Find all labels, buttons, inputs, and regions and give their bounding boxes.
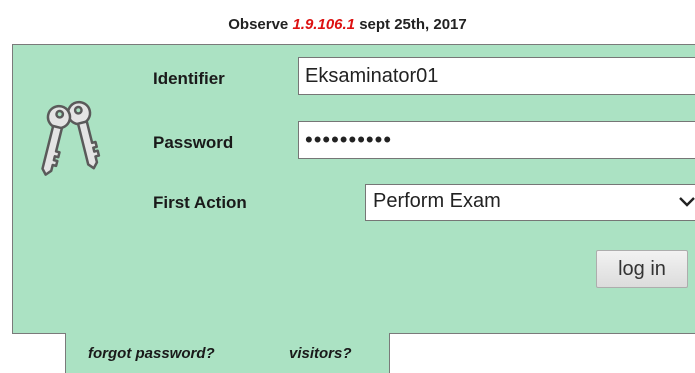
password-label: Password <box>153 133 234 152</box>
links-tab: forgot password? visitors? <box>65 333 390 373</box>
keys-icon <box>41 100 101 176</box>
release-date: sept 25th, 2017 <box>359 16 467 33</box>
version-number: 1.9.106.1 <box>292 16 356 33</box>
chevron-down-icon <box>679 197 695 207</box>
app-name: Observe <box>228 16 289 33</box>
password-input[interactable] <box>298 121 695 159</box>
first-action-select[interactable]: Perform Exam <box>365 184 695 221</box>
version-info: Observe 1.9.106.1 sept 25th, 2017 <box>0 16 695 33</box>
first-action-selected-value: Perform Exam <box>373 190 501 212</box>
identifier-input[interactable] <box>298 57 695 95</box>
forgot-password-link[interactable]: forgot password? <box>88 345 215 362</box>
visitors-link[interactable]: visitors? <box>289 345 352 362</box>
first-action-label: First Action <box>153 193 247 212</box>
login-button[interactable]: log in <box>596 250 688 288</box>
identifier-label: Identifier <box>153 69 225 88</box>
